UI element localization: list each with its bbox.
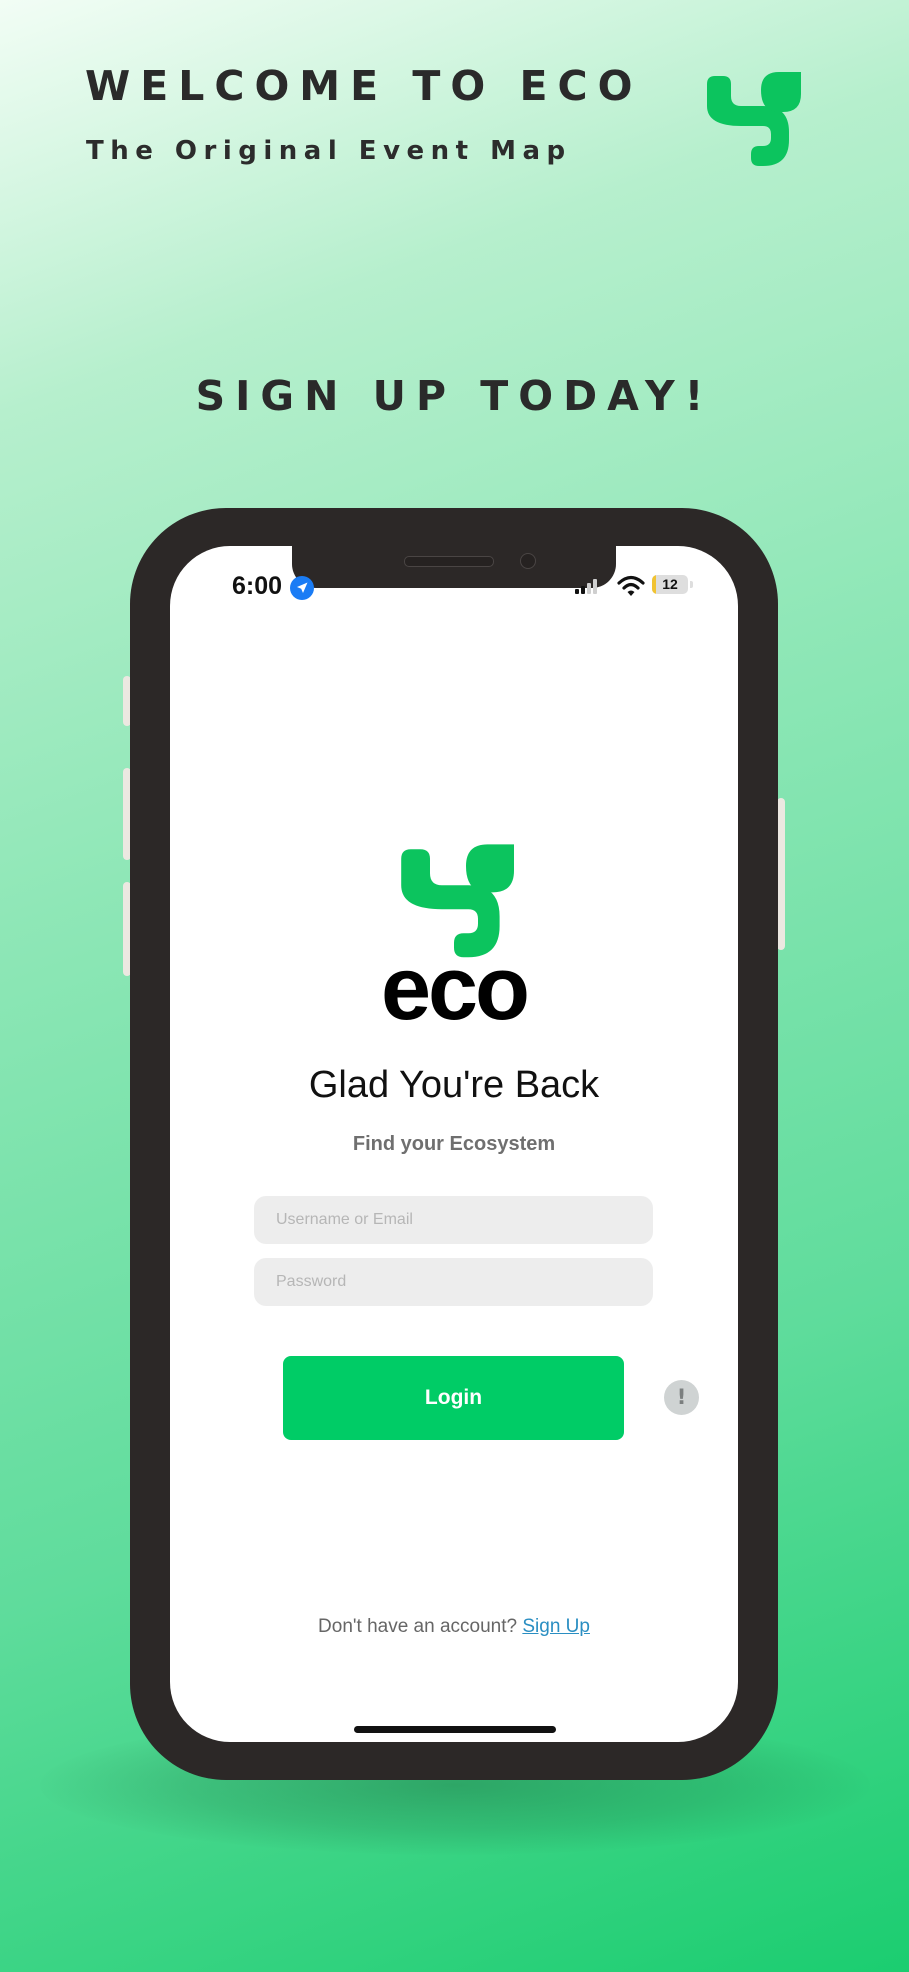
login-button[interactable]: Login (283, 1356, 624, 1440)
username-input[interactable] (254, 1196, 653, 1244)
info-icon[interactable]: ! (664, 1380, 699, 1415)
wifi-icon (617, 575, 645, 596)
home-indicator (354, 1726, 556, 1733)
signup-prompt: Don't have an account? (318, 1616, 518, 1637)
welcome-heading: Glad You're Back (308, 1064, 600, 1106)
eco-wordmark: eco (380, 939, 530, 1039)
location-arrow-icon (290, 576, 314, 600)
password-input[interactable] (254, 1258, 653, 1306)
phone-power-button (777, 798, 785, 950)
phone-screen: 6:00 12 eco Glad You're Back Find your E (170, 546, 738, 1742)
battery-cap (690, 581, 693, 588)
phone-mockup: 6:00 12 eco Glad You're Back Find your E (130, 508, 778, 1780)
battery-level-text: 12 (662, 576, 678, 592)
earpiece-speaker (404, 556, 494, 567)
signup-link[interactable]: Sign Up (522, 1616, 590, 1637)
signup-cta-heading: SIGN UP TODAY! (195, 372, 714, 420)
eco-leaf-logo-icon (707, 72, 801, 166)
battery-icon: 12 (652, 575, 688, 594)
phone-notch (292, 546, 616, 588)
cellular-signal-icon (575, 579, 597, 594)
front-camera (520, 553, 536, 569)
status-time: 6:00 (232, 572, 283, 600)
signup-row: Don't have an account? Sign Up (170, 1616, 738, 1638)
promo-subtitle: The Original Event Map (86, 136, 572, 166)
welcome-subtitle: Find your Ecosystem (352, 1133, 556, 1155)
promo-title: WELCOME TO ECO (85, 62, 643, 110)
